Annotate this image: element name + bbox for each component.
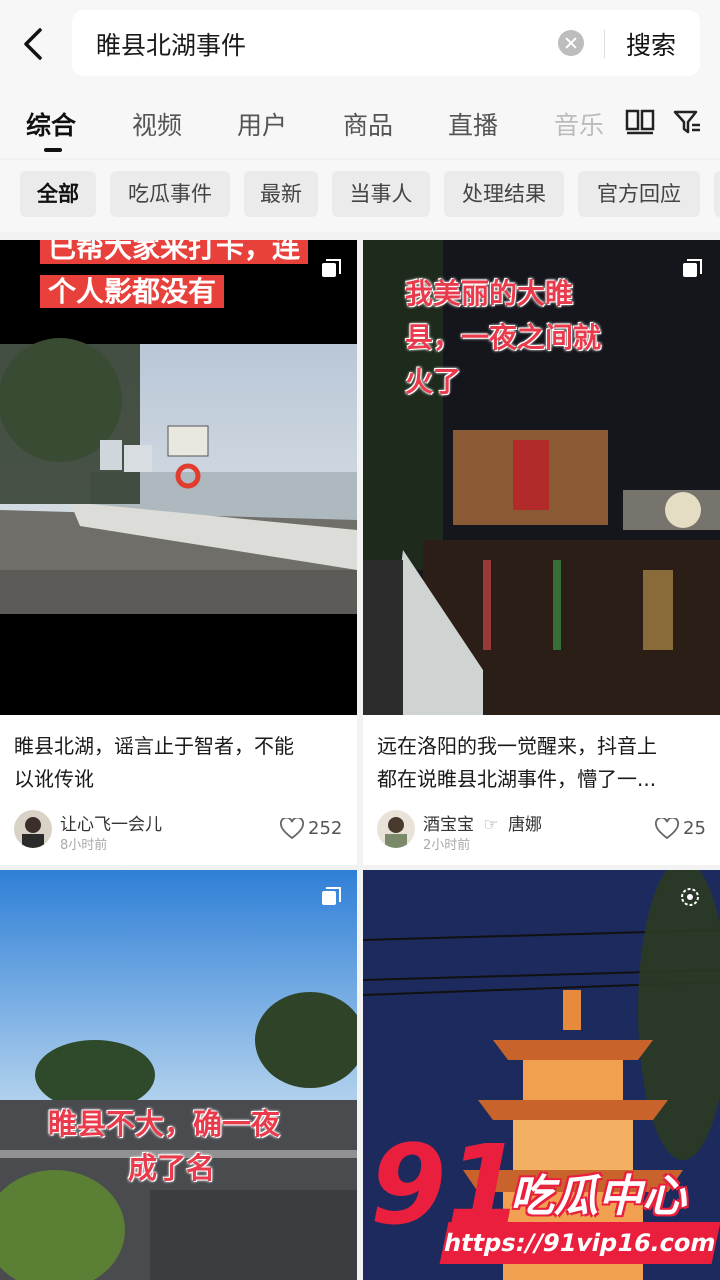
search-input[interactable]: 睢县北湖事件 [96, 26, 246, 62]
author-name-text: 酒宝宝 [423, 815, 474, 835]
chip-party-involved[interactable]: 当事人 [332, 171, 430, 217]
grid-layout-icon[interactable] [624, 108, 656, 136]
author-name-extra: 唐娜 [508, 815, 543, 835]
card-title-line: 睢县北湖，谣言止于智者，不能 [14, 734, 294, 758]
chip-gossip-event[interactable]: 吃瓜事件 [110, 171, 230, 217]
pointing-hand-icon: ☞ [483, 815, 499, 835]
post-time: 8小时前 [60, 838, 108, 853]
clear-icon[interactable] [558, 30, 584, 56]
avatar[interactable] [377, 810, 415, 848]
chip-all[interactable]: 全部 [20, 171, 96, 217]
tab-live[interactable]: 直播 [448, 106, 498, 142]
avatar[interactable] [14, 810, 52, 848]
card-title-line: 都在说睢县北湖事件，懵了一... [377, 767, 657, 791]
watermark-url: https://91vip16.com [439, 1222, 720, 1264]
back-arrow-icon[interactable] [14, 22, 54, 66]
caption-line: 个人影都没有 [40, 275, 225, 308]
caption-line: 县，一夜之间就 [405, 321, 602, 354]
caption-line: 成了名 [128, 1151, 216, 1185]
chip-result[interactable]: 处理结果 [444, 171, 564, 217]
top-bar: 睢县北湖事件 搜索 [0, 0, 720, 92]
heart-icon[interactable] [655, 818, 679, 840]
chip-official-response[interactable]: 官方回应 [578, 171, 700, 217]
active-tab-indicator [44, 148, 62, 152]
multi-image-icon [322, 259, 341, 277]
caption-line: 我美丽的大睢 [405, 277, 574, 310]
card-thumbnail: 我美丽的大睢 县，一夜之间就 火了 [363, 240, 720, 715]
chip-latest[interactable]: 最新 [244, 171, 318, 217]
result-card[interactable]: 已帮大家来打卡，连 个人影都没有 睢县北湖，谣言止于智者，不能 以讹传讹 让心飞… [0, 240, 357, 865]
card-title-line: 远在洛阳的我一觉醒来，抖音上 [377, 734, 657, 758]
thumbnail-caption: 我美丽的大睢 县，一夜之间就 火了 [405, 272, 601, 404]
heart-icon[interactable] [280, 818, 304, 840]
filter-icon[interactable] [672, 108, 704, 136]
tab-comprehensive[interactable]: 综合 [26, 106, 76, 142]
multi-image-icon [683, 259, 702, 277]
card-thumbnail: 睢县不大，确一夜 成了名 [0, 870, 357, 1280]
caption-line: 火了 [405, 365, 462, 398]
tab-music[interactable]: 音乐 [554, 106, 604, 142]
tab-users[interactable]: 用户 [237, 106, 287, 142]
search-box[interactable]: 睢县北湖事件 搜索 [72, 10, 700, 76]
chip-more[interactable] [714, 171, 720, 217]
card-title[interactable]: 睢县北湖，谣言止于智者，不能 以讹传讹 [14, 730, 294, 796]
card-title-line: 以讹传讹 [14, 767, 94, 791]
thumbnail-caption: 已帮大家来打卡，连 个人影都没有 [40, 240, 309, 314]
result-card[interactable]: 我美丽的大睢 县，一夜之间就 火了 远在洛阳的我一觉醒来，抖音上 都在说睢县北湖… [363, 240, 720, 865]
multi-image-icon [322, 887, 341, 905]
filter-chips: 全部 吃瓜事件 最新 当事人 处理结果 官方回应 [0, 160, 720, 232]
result-card[interactable]: 睢县不大，确一夜 成了名 [0, 870, 357, 1280]
watermark-logo: 91 吃瓜中心 https://91vip16.com [370, 1130, 720, 1280]
search-divider [604, 30, 605, 58]
caption-line: 睢县不大，确一夜 [48, 1107, 281, 1141]
search-button[interactable]: 搜索 [626, 26, 676, 62]
thumbnail-caption: 睢县不大，确一夜 成了名 [48, 1102, 280, 1190]
like-count: 252 [308, 818, 343, 839]
card-thumbnail: 已帮大家来打卡，连 个人影都没有 [0, 240, 357, 715]
author-name[interactable]: 酒宝宝 ☞ 唐娜 [423, 810, 542, 835]
caption-line: 已帮大家来打卡，连 [40, 240, 309, 264]
post-time: 2小时前 [423, 838, 471, 853]
card-title[interactable]: 远在洛阳的我一觉醒来，抖音上 都在说睢县北湖事件，懵了一... [377, 730, 657, 796]
watermark-name: 吃瓜中心 [510, 1171, 686, 1222]
author-name[interactable]: 让心飞一会儿 [60, 810, 162, 835]
like-count: 25 [683, 818, 706, 839]
tab-products[interactable]: 商品 [343, 106, 393, 142]
tab-video[interactable]: 视频 [132, 106, 182, 142]
street-photo [0, 870, 357, 1280]
live-photo-icon [681, 888, 699, 906]
category-tabs: 综合 视频 用户 商品 直播 音乐 [0, 92, 720, 158]
